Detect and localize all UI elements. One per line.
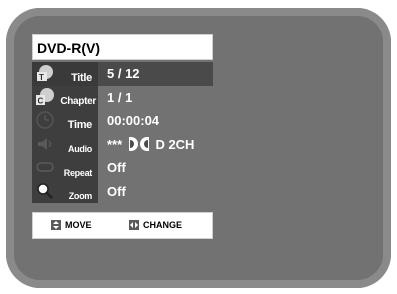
menu-row-zoom[interactable]: Zoom Off: [32, 179, 213, 203]
row-label-cell: Time: [32, 109, 98, 133]
change-hint: CHANGE: [129, 219, 183, 231]
menu-row-chapter[interactable]: C Chapter 1 / 1: [32, 85, 213, 109]
row-label: Audio: [68, 144, 92, 154]
chapter-value: 1 / 1: [107, 89, 133, 105]
audio-value-prefix: ***: [107, 136, 123, 152]
change-label: CHANGE: [143, 220, 183, 230]
clock-icon: [36, 111, 54, 129]
key-hint-bar: MOVE CHANGE: [32, 212, 213, 239]
time-value: 00:00:04: [107, 113, 160, 128]
row-label-cell: Zoom: [32, 179, 98, 203]
row-label: Title: [71, 71, 92, 84]
menu-row-title[interactable]: T Title 5 / 12: [32, 62, 213, 86]
zoom-icon: [37, 182, 53, 199]
repeat-icon: [36, 162, 54, 172]
row-label: Zoom: [68, 191, 93, 201]
chapter-icon: C: [36, 87, 54, 105]
title-icon: T: [37, 65, 53, 82]
row-label-cell: T Title: [32, 62, 98, 86]
menu-row-audio[interactable]: Audio *** D 2CH: [32, 132, 213, 157]
title-value: 5 / 12: [107, 66, 140, 81]
menu-row-repeat[interactable]: Repeat Off: [32, 156, 213, 180]
row-label: Chapter: [60, 96, 96, 107]
audio-value-format: D 2CH: [155, 136, 195, 152]
left-right-arrow-icon: [129, 219, 139, 230]
speaker-icon: [38, 137, 52, 150]
up-down-arrow-icon: [51, 219, 61, 230]
svg-text:T: T: [39, 73, 44, 82]
svg-text:C: C: [38, 96, 44, 105]
move-hint: MOVE: [51, 219, 92, 231]
row-label-cell: C Chapter: [32, 85, 98, 109]
disc-type-title: DVD-R(V): [32, 34, 213, 60]
info-osd: DVD-R(V) T Title 5 / 12 C Chapter 1 / 1 …: [32, 34, 213, 240]
tv-screen: DVD-R(V) T Title 5 / 12 C Chapter 1 / 1 …: [6, 8, 391, 288]
menu-row-time[interactable]: Time 00:00:04: [32, 109, 213, 133]
row-label-cell: Audio: [32, 132, 98, 156]
audio-value: *** D 2CH: [107, 133, 194, 157]
row-label: Time: [67, 118, 93, 131]
info-menu: T Title 5 / 12 C Chapter 1 / 1 Time 00:0…: [32, 62, 213, 203]
row-label: Repeat: [63, 167, 93, 178]
dolby-icon: [128, 137, 149, 152]
repeat-value: Off: [107, 160, 126, 175]
zoom-value: Off: [107, 183, 126, 199]
row-label-cell: Repeat: [32, 156, 98, 180]
move-label: MOVE: [65, 220, 92, 230]
